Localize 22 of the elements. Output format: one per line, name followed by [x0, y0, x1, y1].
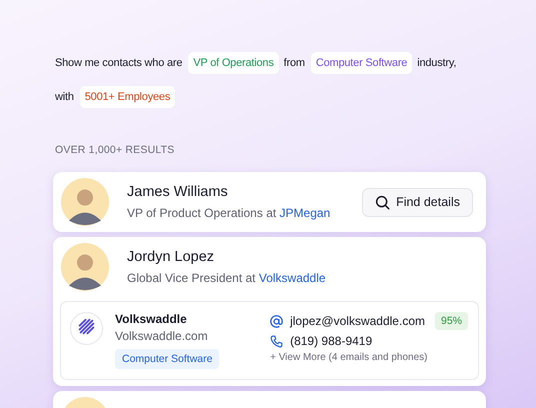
filter-tag[interactable]: VP of Operations — [188, 52, 279, 74]
contact-name: James Williams — [127, 184, 229, 200]
filter-tag[interactable]: Computer Software — [310, 52, 412, 74]
contact-title: VP of Product Operations at JPMegan — [127, 206, 332, 220]
phone-number: (819) 988-9419 — [290, 334, 372, 348]
confidence-badge: 95% — [434, 312, 468, 330]
company-link[interactable]: JPMegan — [280, 206, 330, 220]
company-domain: Volkswaddle.com — [115, 329, 208, 343]
filter-tag[interactable]: 5001+ Employees — [80, 86, 176, 108]
query-text: industry, — [417, 57, 456, 69]
company-link[interactable]: Volkswaddle — [258, 271, 326, 285]
results-count: OVER 1,000+ RESULTS — [54, 144, 176, 156]
view-more-link[interactable]: + View More (4 emails and phones) — [270, 352, 468, 363]
query-text: with — [55, 91, 74, 103]
contact-name: Jordyn Lopez — [127, 249, 216, 265]
find-details-button[interactable]: Find details — [362, 188, 473, 216]
query-text: Show me contacts who are — [55, 57, 182, 69]
company-name: Volkswaddle — [115, 312, 187, 326]
email-address: jlopez@volkswaddle.com — [290, 314, 425, 328]
query-text: from — [284, 57, 305, 69]
industry-tag: Computer Software — [115, 349, 220, 369]
contact-title: Global Vice President at Volkswaddle — [127, 271, 327, 285]
